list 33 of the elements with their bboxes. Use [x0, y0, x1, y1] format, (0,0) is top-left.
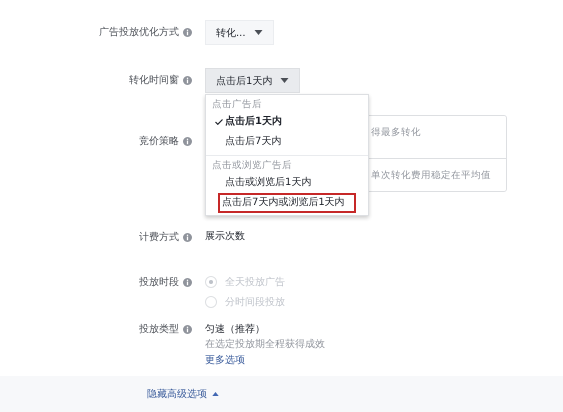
- field-label: 投放类型: [139, 322, 179, 336]
- caret-icon: [254, 30, 263, 35]
- option-description: 单次转化费用稳定在平均值: [371, 168, 491, 182]
- field-label: 投放时段: [139, 276, 179, 289]
- hide-advanced-link[interactable]: 隐藏高级选项: [147, 386, 219, 402]
- info-icon: [183, 136, 192, 146]
- info-icon: [183, 324, 192, 334]
- menu-group-heading: 点击广告后: [211, 98, 263, 112]
- info-icon: [183, 76, 192, 84]
- radio-label: 分时间段投放: [225, 296, 285, 309]
- field-value: 匀速（推荐）: [205, 322, 266, 337]
- caret-icon: [280, 78, 290, 83]
- field-label: 转化时间窗: [129, 74, 179, 87]
- field-label: 竞价策略: [139, 134, 179, 148]
- menu-option[interactable]: 点击后1天内: [207, 112, 367, 132]
- checkmark-icon: [215, 119, 223, 125]
- field-label: 广告投放优化方式: [99, 26, 179, 39]
- info-icon: [183, 278, 192, 286]
- menu-option[interactable]: 点击后7天内: [207, 132, 367, 152]
- option-description: 得最多转化: [371, 126, 421, 139]
- info-icon: [183, 28, 192, 36]
- conversion-window-dropdown[interactable]: 点击后1天内: [205, 68, 300, 93]
- field-value: 展示次数: [205, 230, 245, 244]
- menu-group-heading: 点击或浏览广告后: [211, 159, 293, 173]
- field-description: 在选定投放期全程获得成效: [205, 338, 325, 352]
- menu-option[interactable]: 点击或浏览后1天内: [207, 173, 367, 193]
- field-label: 计费方式: [139, 230, 179, 244]
- caret-up-icon: [212, 392, 219, 396]
- radio-label: 全天投放广告: [225, 276, 285, 289]
- more-options-link[interactable]: 更多选项: [205, 352, 325, 369]
- menu-option[interactable]: 点击后7天内或浏览后1天内: [218, 193, 356, 213]
- info-icon: [183, 232, 192, 242]
- optimization-dropdown[interactable]: 转化...: [205, 20, 274, 45]
